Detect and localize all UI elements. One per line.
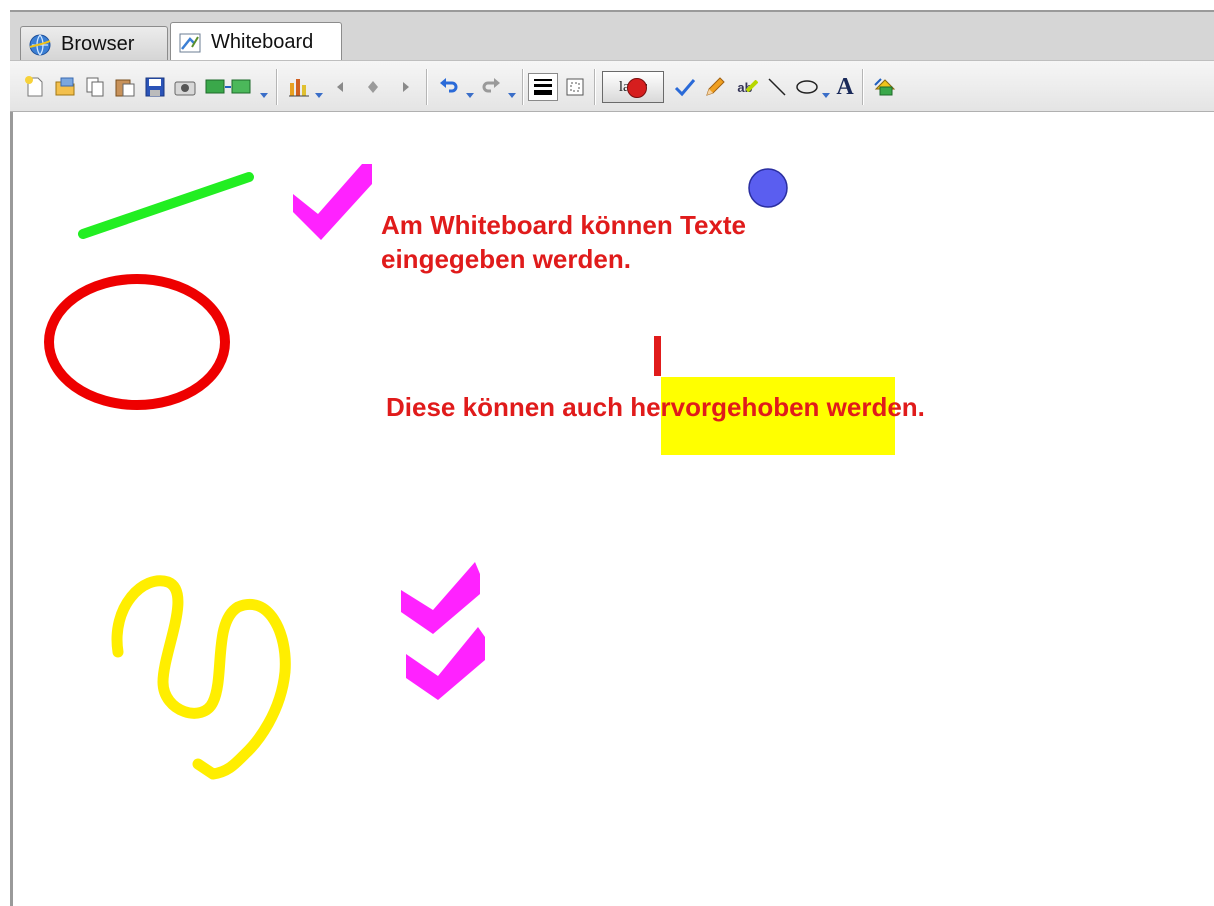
tab-whiteboard[interactable]: Whiteboard	[170, 22, 342, 62]
whiteboard-text-line-1: Am Whiteboard können Texte	[381, 210, 746, 240]
pencil-icon[interactable]	[702, 74, 728, 100]
red-ellipse-shape[interactable]	[44, 274, 230, 410]
next-page-icon[interactable]	[392, 74, 418, 100]
magenta-checkmark-shape[interactable]	[293, 164, 372, 240]
yellow-scribble-shape[interactable]	[111, 575, 291, 780]
toolbar-separator	[426, 69, 428, 105]
open-file-icon[interactable]	[52, 74, 78, 100]
copy-icon[interactable]	[82, 74, 108, 100]
undo-icon[interactable]	[436, 74, 462, 100]
line-width-icon[interactable]	[528, 73, 558, 101]
whiteboard-text-block-2[interactable]: Diese können auch hervorgehoben werden.	[386, 390, 925, 424]
magenta-chevron-upper-shape[interactable]	[401, 562, 480, 634]
whiteboard-canvas[interactable]: Am Whiteboard können Texte eingegeben we…	[10, 112, 1214, 906]
snapshot-camera-icon[interactable]	[172, 74, 198, 100]
ellipse-tool-icon[interactable]	[794, 74, 820, 100]
text-before-highlight: Diese können auch	[386, 392, 631, 422]
new-page-icon[interactable]	[22, 74, 48, 100]
laser-pointer-button[interactable]: laser	[602, 71, 664, 103]
blue-circle-shape[interactable]	[748, 168, 788, 208]
whiteboard-icon	[177, 31, 203, 55]
text-cursor	[654, 336, 661, 376]
window-top-edge	[0, 0, 1214, 10]
redo-dropdown-arrow[interactable]	[508, 93, 516, 98]
page-navigator-icon[interactable]	[360, 74, 386, 100]
tab-whiteboard-label: Whiteboard	[211, 31, 314, 53]
globe-icon	[27, 33, 53, 57]
magenta-chevron-lower-shape[interactable]	[406, 627, 485, 700]
paste-icon[interactable]	[112, 74, 138, 100]
toolbar-separator	[522, 69, 524, 105]
chart-dropdown-arrow[interactable]	[315, 93, 323, 98]
green-line-shape[interactable]	[78, 172, 254, 239]
previous-page-icon[interactable]	[328, 74, 354, 100]
save-icon[interactable]	[142, 74, 168, 100]
toolbar-separator	[862, 69, 864, 105]
check-mark-tool-icon[interactable]	[672, 74, 698, 100]
laser-dot-icon	[627, 78, 647, 98]
tab-browser[interactable]: Browser	[20, 26, 168, 62]
text-after-highlight: werden.	[819, 392, 925, 422]
shape-dropdown-arrow[interactable]	[822, 93, 830, 98]
text-tool-icon[interactable]: A	[832, 74, 858, 100]
tab-browser-label: Browser	[61, 33, 135, 55]
line-tool-icon[interactable]	[764, 74, 790, 100]
tab-bar: Browser Whiteboard	[10, 10, 1214, 62]
toolbar-separator	[594, 69, 596, 105]
fill-style-icon[interactable]	[562, 74, 588, 100]
share-dropdown-arrow[interactable]	[260, 93, 268, 98]
highlighter-icon[interactable]: ab	[732, 74, 758, 100]
highlighted-text: hervorgehoben	[630, 392, 820, 422]
redo-icon[interactable]	[478, 74, 504, 100]
whiteboard-toolbar: laser ab A	[10, 60, 1214, 112]
toolbar-separator	[276, 69, 278, 105]
whiteboard-text-line-2: eingegeben werden.	[381, 244, 631, 274]
object-layer-icon[interactable]	[872, 74, 898, 100]
whiteboard-text-block-1[interactable]: Am Whiteboard können Texte eingegeben we…	[381, 208, 746, 276]
chart-icon[interactable]	[286, 74, 312, 100]
share-screen-icon[interactable]	[204, 74, 252, 100]
undo-dropdown-arrow[interactable]	[466, 93, 474, 98]
